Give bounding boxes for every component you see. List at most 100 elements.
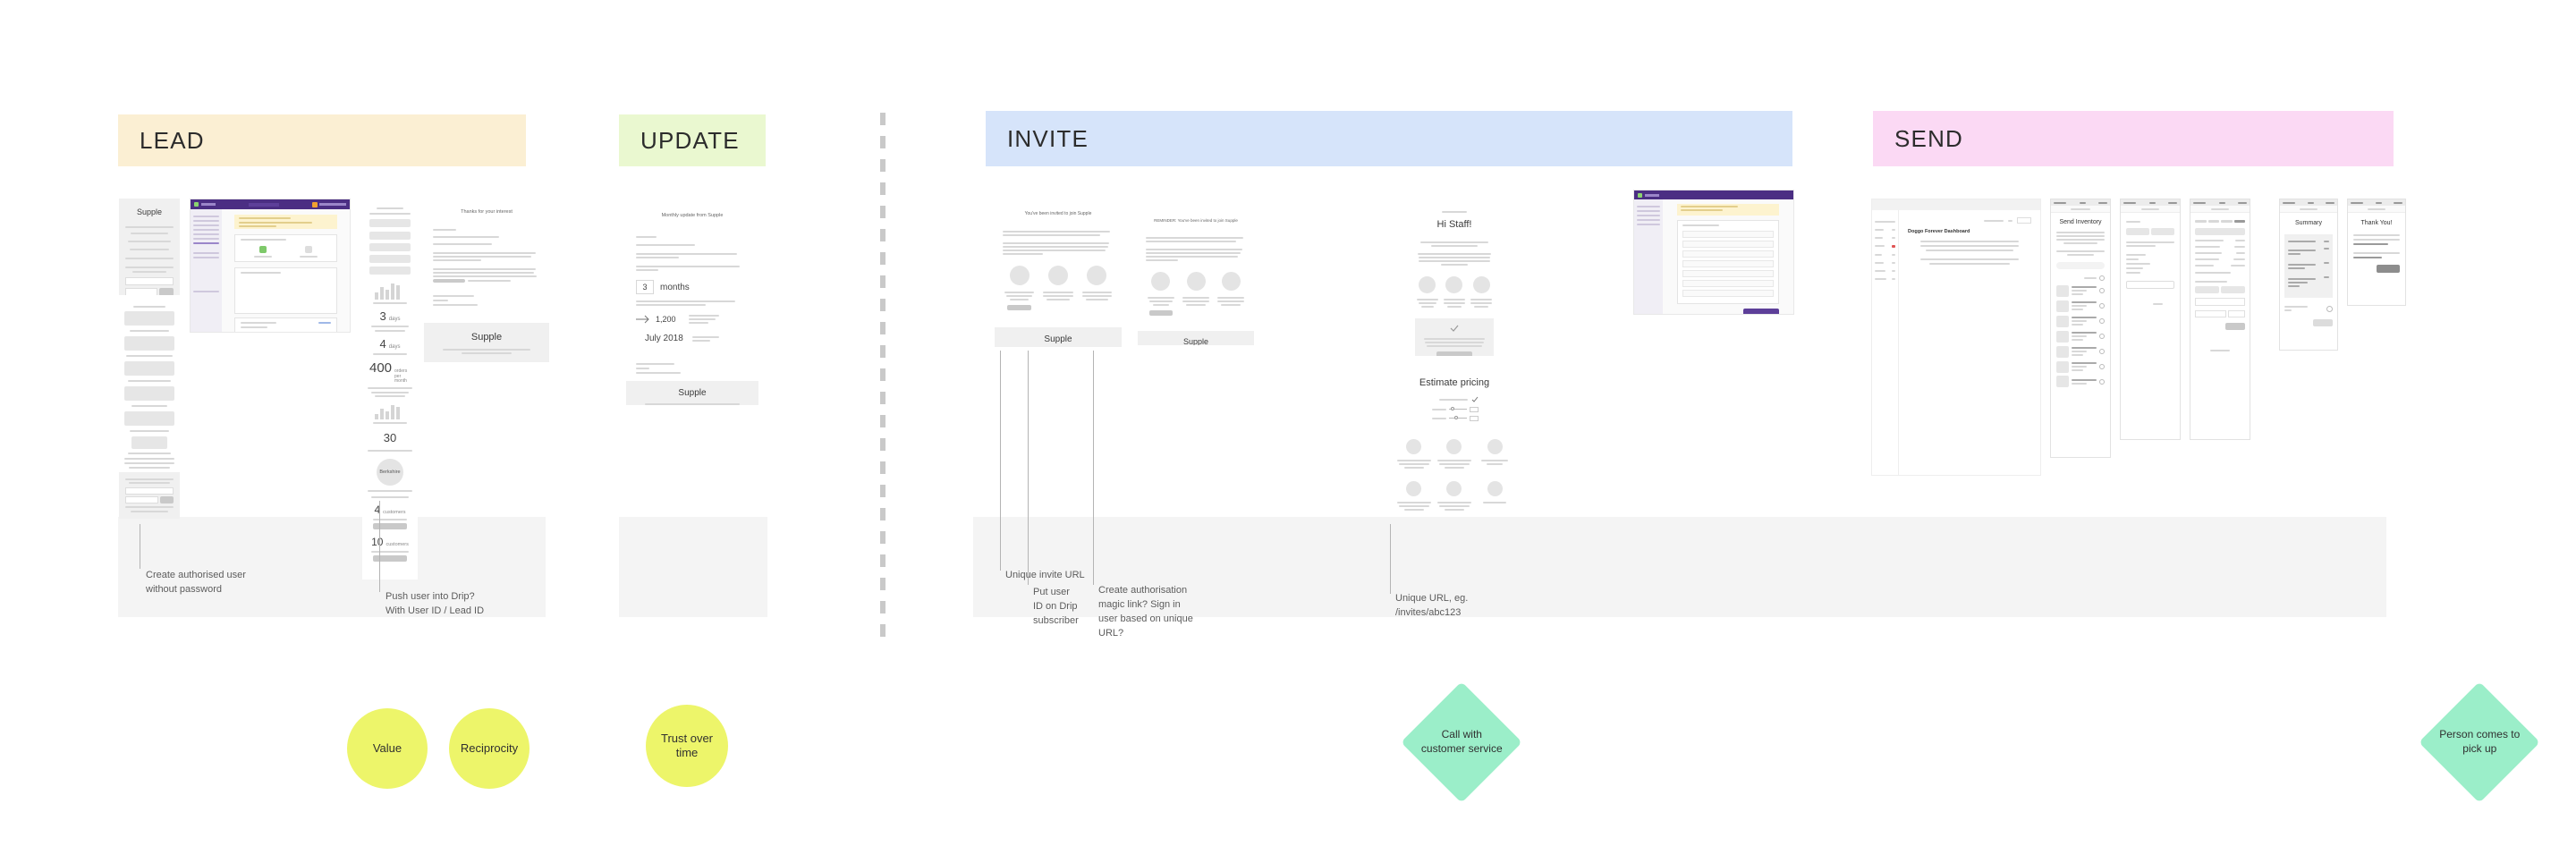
annotation-text-magic-link: Create authorisation magic link? Sign in… — [1098, 585, 1193, 639]
wireframe-invite-email-b[interactable]: REMINDER: You've been invited to join Su… — [1138, 211, 1254, 345]
lead-customer-value-1: 10 — [371, 535, 384, 548]
lead-signup-brand: Supple — [136, 207, 163, 216]
lead-cta-button-0[interactable] — [373, 522, 407, 529]
pricing-slider-0[interactable] — [1449, 407, 1467, 412]
annotation-line — [379, 501, 380, 592]
wireframe-send-billing[interactable] — [2190, 199, 2250, 440]
journey-map-board: LEAD UPDATE INVITE SEND Supple 3 days 4 … — [0, 0, 2576, 863]
send-dashboard-title: Doggo Forever Dashboard — [1908, 229, 1970, 234]
invite-email-b-brand: Supple — [1182, 337, 1209, 345]
annotation-line — [1390, 524, 1391, 594]
invite-pricing-title: Estimate pricing — [1419, 377, 1490, 388]
invite-app-top-bar — [1634, 190, 1793, 199]
app-sidebar[interactable] — [191, 209, 222, 332]
inventory-row[interactable] — [2056, 345, 2105, 358]
shape-call-customer-service[interactable]: Call with customer service — [1401, 681, 1522, 803]
invite-email-a-footer: Supple — [995, 327, 1122, 347]
inventory-row[interactable] — [2056, 284, 2105, 297]
invite-email-b-footer: Supple — [1138, 331, 1254, 345]
wireframe-send-thankyou[interactable]: Thank You! — [2347, 199, 2406, 306]
phase-label-update: UPDATE — [640, 126, 740, 154]
wireframe-send-address[interactable] — [2120, 199, 2181, 440]
annotation-line — [1000, 351, 1001, 571]
inventory-row[interactable] — [2056, 376, 2105, 387]
lead-stat-unit-0: days — [388, 317, 401, 322]
send-thankyou-cta[interactable] — [2377, 265, 2400, 273]
invite-app-sidebar[interactable] — [1634, 199, 1663, 314]
wireframe-invite-pricing[interactable]: Estimate pricing — [1388, 374, 1521, 517]
send-billing-save[interactable] — [2225, 323, 2245, 330]
lead-stat-unit-2: orders per month — [394, 368, 408, 384]
invite-b-cta[interactable] — [1149, 310, 1173, 316]
update-field-unit-0: months — [660, 282, 690, 292]
wireframe-send-dashboard[interactable]: Doggo Forever Dashboard — [1871, 199, 2041, 476]
wireframe-lead-signup-page[interactable]: Supple — [119, 199, 180, 295]
invite-a-cta[interactable] — [1007, 305, 1032, 310]
phase-label-lead: LEAD — [140, 126, 205, 154]
lead-customer-unit-1: customers — [386, 541, 409, 547]
pricing-slider-1[interactable] — [1449, 416, 1467, 421]
inventory-row[interactable] — [2056, 360, 2105, 373]
wireframe-update-email[interactable]: Monthly update from Supple 3 months 1,20… — [626, 204, 758, 405]
lead-stat-value-3: 30 — [383, 430, 397, 444]
app-notice-banner — [234, 215, 337, 229]
send-inventory-title: Send Inventory — [2059, 219, 2102, 225]
wireframe-lead-email[interactable]: Thanks for your interest Supple — [424, 204, 549, 365]
shape-pickup-label: Person comes to pick up — [2438, 728, 2521, 755]
lead-stat-unit-1: days — [388, 344, 401, 350]
lead-customer-unit-0: customers — [383, 509, 406, 515]
wireframe-invite-email-a[interactable]: You've been invited to join Supple Suppl… — [995, 204, 1122, 347]
invite-email-a-brand: Supple — [1044, 334, 1072, 344]
shape-reciprocity-label: Reciprocity — [460, 740, 519, 755]
lead-stat-value-0: 3 — [379, 309, 386, 323]
billing-tabs[interactable] — [2195, 220, 2245, 223]
send-summary-confirm[interactable] — [2313, 319, 2333, 326]
lead-stat-value-1: 4 — [379, 337, 386, 351]
note-band-update — [619, 517, 767, 617]
send-summary-title: Summary — [2295, 220, 2322, 226]
wireframe-invite-form-app[interactable] — [1633, 190, 1794, 315]
invite-app-submit[interactable] — [1743, 309, 1779, 314]
wireframe-lead-signup-form[interactable] — [119, 472, 180, 519]
lead-cta-button-1[interactable] — [373, 554, 407, 562]
send-address-cta[interactable] — [2126, 281, 2174, 289]
phase-header-update[interactable]: UPDATE — [619, 114, 766, 166]
send-thankyou-title: Thank You! — [2360, 220, 2393, 226]
lead-region-label: Berkshire — [379, 469, 401, 475]
lead-region-circle: Berkshire — [377, 458, 403, 486]
annotation-text-push-drip: Push user into Drip? With User ID / Lead… — [386, 591, 485, 616]
send-dashboard-sidebar[interactable] — [1872, 210, 1899, 475]
phase-header-invite[interactable]: INVITE — [986, 111, 1792, 166]
phone-status-bar — [2051, 199, 2110, 206]
phase-header-send[interactable]: SEND — [1873, 111, 2394, 166]
phase-label-send: SEND — [1894, 124, 1964, 152]
inventory-row[interactable] — [2056, 330, 2105, 343]
shape-value[interactable]: Value — [347, 708, 428, 789]
shape-call-label: Call with customer service — [1420, 728, 1503, 755]
update-email-footer: Supple — [626, 381, 758, 405]
inventory-row[interactable] — [2056, 300, 2105, 312]
phase-header-lead[interactable]: LEAD — [118, 114, 526, 166]
wireframe-send-summary[interactable]: Summary — [2279, 199, 2338, 351]
annotation-text-unique-invite-url: Unique invite URL — [1005, 570, 1085, 580]
annotation-text-unique-url-example: Unique URL, eg. /invites/abc123 — [1395, 593, 1469, 618]
annotation-text-create-user: Create authorised user without password — [146, 570, 246, 595]
shape-value-label: Value — [372, 740, 402, 755]
wireframe-lead-stats[interactable]: 3 days 4 days 400 orders per month 30 Be… — [362, 204, 418, 580]
lead-email-brand: Supple — [470, 332, 503, 343]
shape-trust-over-time[interactable]: Trust over time — [646, 705, 728, 787]
update-field-value-0: 3 — [642, 283, 648, 292]
wireframe-send-inventory[interactable]: Send Inventory — [2050, 199, 2111, 458]
inventory-row[interactable] — [2056, 315, 2105, 327]
arrow-right-icon — [636, 315, 649, 324]
wireframe-invite-landing[interactable]: Hi Staff! — [1406, 204, 1503, 356]
invite-email-b-title: REMINDER: You've been invited to join Su… — [1154, 218, 1238, 223]
shape-person-pick-up[interactable]: Person comes to pick up — [2419, 681, 2540, 803]
update-field-value-1: 1,200 — [656, 315, 676, 324]
invite-landing-cta[interactable] — [1436, 351, 1473, 356]
app-top-bar — [191, 199, 350, 209]
update-field-value-2: July 2018 — [645, 334, 683, 343]
wireframe-lead-app-screen[interactable] — [190, 199, 351, 333]
checkbox-checked-icon[interactable] — [1471, 396, 1479, 403]
shape-reciprocity[interactable]: Reciprocity — [449, 708, 530, 789]
